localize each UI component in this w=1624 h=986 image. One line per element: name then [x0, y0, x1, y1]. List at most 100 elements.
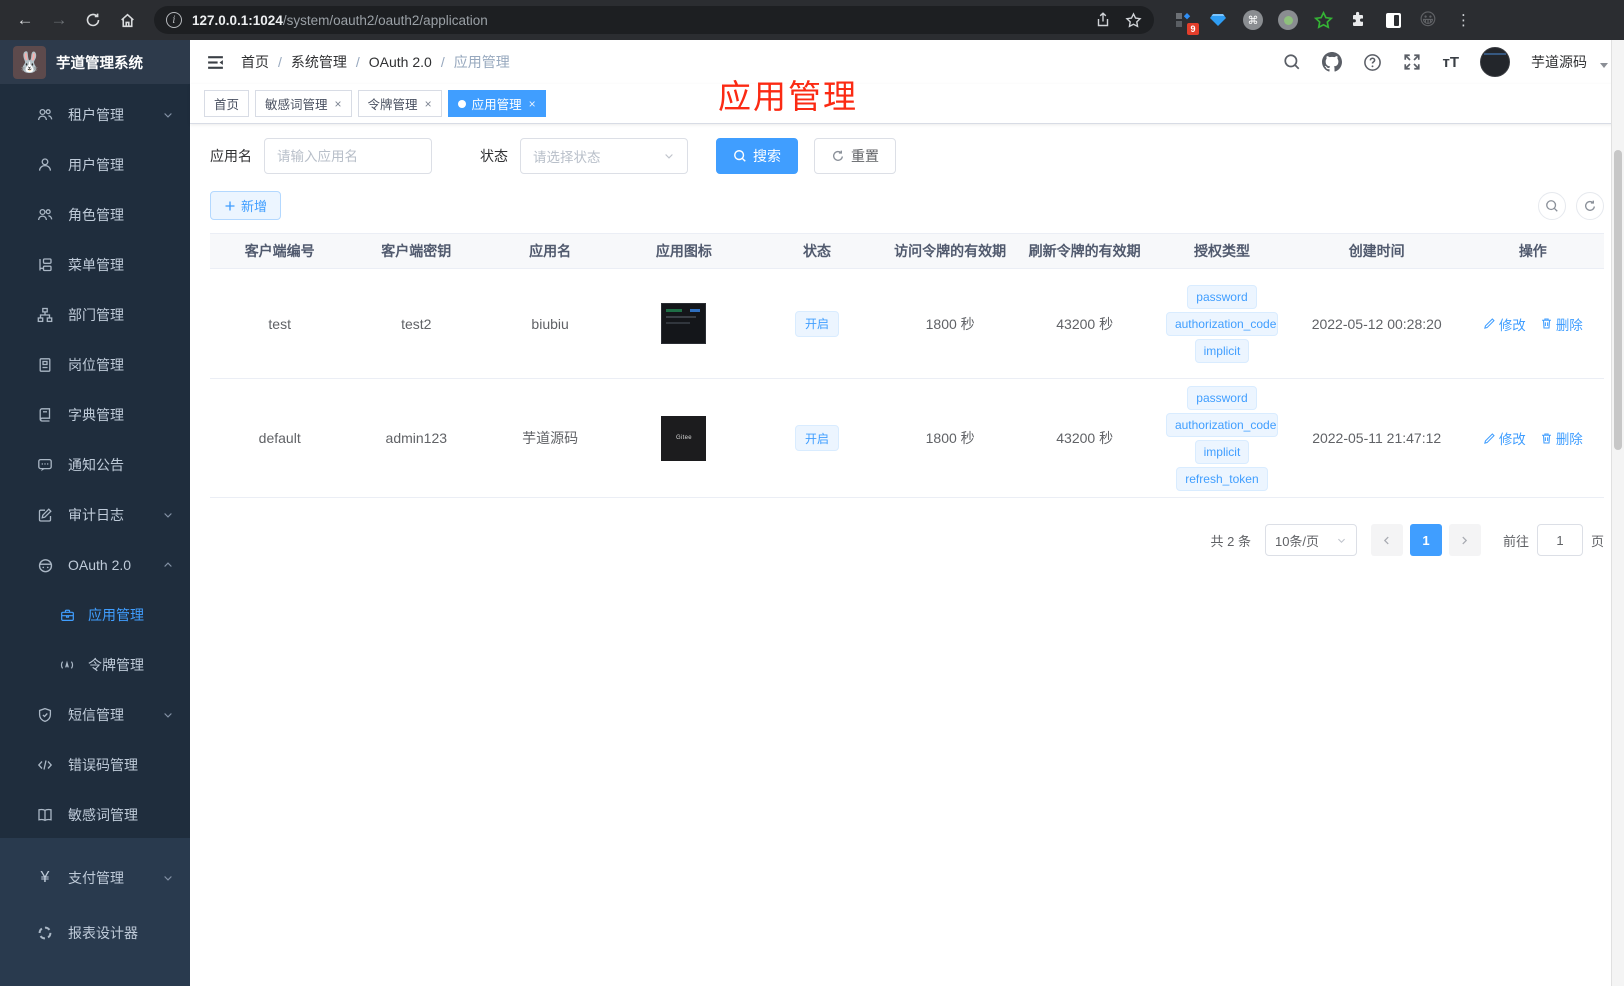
cell-created: 2022-05-12 00:28:20 [1311, 315, 1442, 332]
profile-emoji-icon[interactable]: 😀 [1417, 9, 1439, 31]
edit-label: 修改 [1498, 317, 1526, 333]
font-size-icon[interactable]: ᴛT [1442, 54, 1459, 71]
next-page-button[interactable] [1448, 524, 1481, 556]
sidebar-item-tenant[interactable]: 租户管理 [0, 90, 190, 140]
trash-icon [1541, 318, 1551, 329]
sidebar-item-label: 报表设计器 [68, 924, 138, 941]
extensions-puzzle-icon[interactable] [1347, 9, 1369, 31]
sidebar-item-dict[interactable]: 字典管理 [0, 390, 190, 440]
sidebar: 🐰 芋道管理系统 租户管理 用户管理 角色管理 菜单管理 部门管理 岗位管理 字… [0, 40, 190, 986]
tab-application[interactable]: 应用管理 × [447, 90, 546, 117]
extension-command-icon[interactable]: ⌘ [1242, 9, 1264, 31]
sidebar-item-sms[interactable]: 短信管理 [0, 690, 190, 740]
sidebar-item-label: 令牌管理 [88, 657, 144, 673]
sidebar-item-user[interactable]: 用户管理 [0, 140, 190, 190]
extension-grid-icon[interactable]: 9 [1172, 9, 1199, 35]
sidebar-item-oauth-app[interactable]: 应用管理 [0, 590, 190, 640]
sidebar-item-pay[interactable]: ¥ 支付管理 [0, 850, 190, 905]
sidebar-item-dept[interactable]: 部门管理 [0, 290, 190, 340]
browser-forward-button[interactable]: → [44, 5, 74, 35]
sidebar-item-menu[interactable]: 菜单管理 [0, 240, 190, 290]
org-tree-icon [36, 307, 54, 323]
sidebar-item-label: 错误码管理 [68, 757, 138, 773]
refresh-table-button[interactable] [1576, 191, 1604, 220]
extension-record-icon[interactable] [1277, 9, 1299, 31]
split-screen-icon[interactable] [1382, 9, 1404, 31]
site-info-icon[interactable]: i [166, 12, 182, 28]
edit-link[interactable]: 修改 [1483, 428, 1526, 448]
chevron-down-icon [162, 109, 174, 121]
sidebar-fold-icon[interactable] [206, 53, 225, 72]
breadcrumb-home[interactable]: 首页 [241, 52, 269, 72]
col-header-grant-types: 授权类型 [1193, 243, 1250, 259]
user-avatar[interactable] [1480, 47, 1510, 77]
search-button[interactable]: 搜索 [716, 138, 798, 174]
sidebar-item-role[interactable]: 角色管理 [0, 190, 190, 240]
sidebar-item-post[interactable]: 岗位管理 [0, 340, 190, 390]
share-icon[interactable] [1095, 12, 1111, 28]
browser-back-button[interactable]: ← [10, 5, 40, 35]
sidebar-logo[interactable]: 🐰 芋道管理系统 [0, 40, 190, 84]
signal-icon [58, 657, 76, 673]
sidebar-item-errcode[interactable]: 错误码管理 [0, 740, 190, 790]
help-icon[interactable] [1363, 53, 1382, 72]
book-icon [36, 407, 54, 423]
browser-refresh-button[interactable] [78, 5, 108, 35]
cell-refresh-validity: 43200 秒 [1056, 315, 1114, 332]
browser-menu-icon[interactable]: ⋮ [1456, 11, 1471, 29]
reset-button[interactable]: 重置 [814, 138, 896, 174]
user-name[interactable]: 芋道源码 [1531, 52, 1587, 72]
cell-access-validity: 1800 秒 [925, 430, 975, 446]
bookmark-star-icon[interactable] [1125, 11, 1142, 29]
user-menu-caret-icon[interactable] [1600, 62, 1608, 68]
tab-label: 令牌管理 [367, 98, 418, 112]
prev-page-button[interactable] [1370, 524, 1403, 556]
breadcrumb-system[interactable]: 系统管理 [291, 52, 347, 72]
delete-label: 删除 [1555, 432, 1583, 447]
app-name-input[interactable] [264, 138, 432, 174]
sidebar-item-notice[interactable]: 通知公告 [0, 440, 190, 490]
search-icon[interactable] [1283, 53, 1301, 71]
url-text[interactable]: 127.0.0.1:1024/system/oauth2/oauth2/appl… [192, 13, 1085, 28]
tab-token[interactable]: 令牌管理 × [357, 90, 442, 117]
tab-label: 应用管理 [471, 98, 522, 112]
chevron-down-icon [162, 872, 174, 884]
add-button[interactable]: 新增 [210, 191, 282, 220]
sidebar-item-label: 岗位管理 [68, 357, 124, 373]
sidebar-item-oauth[interactable]: OAuth 2.0 [0, 540, 190, 590]
extension-star-icon[interactable] [1312, 9, 1334, 31]
breadcrumb-oauth[interactable]: OAuth 2.0 [369, 54, 432, 70]
cell-access-validity: 1800 秒 [925, 315, 975, 332]
github-icon[interactable] [1322, 52, 1343, 72]
top-navbar: 首页 / 系统管理 / OAuth 2.0 / 应用管理 ᴛT 芋道源码 [190, 40, 1624, 84]
goto-page-input[interactable] [1536, 524, 1583, 556]
address-bar[interactable]: i 127.0.0.1:1024/system/oauth2/oauth2/ap… [154, 6, 1154, 34]
scrollbar-track[interactable] [1611, 40, 1624, 986]
delete-link[interactable]: 删除 [1540, 428, 1583, 448]
page-size-select[interactable]: 10条/页 [1264, 524, 1357, 556]
tab-sensitive[interactable]: 敏感词管理 × [255, 90, 352, 117]
scrollbar-thumb[interactable] [1614, 150, 1622, 450]
edit-link[interactable]: 修改 [1483, 314, 1526, 334]
close-icon[interactable]: × [425, 97, 432, 111]
sidebar-item-sensitive[interactable]: 敏感词管理 [0, 790, 190, 840]
toggle-search-button[interactable] [1538, 191, 1566, 220]
refresh-icon [86, 13, 100, 27]
sidebar-item-label: 租户管理 [68, 107, 124, 123]
applications-table: 客户端编号 客户端密钥 应用名 应用图标 状态 访问令牌的有效期 刷新令牌的有效… [210, 233, 1604, 498]
extension-gem-icon[interactable] [1207, 9, 1229, 31]
browser-home-button[interactable] [112, 5, 142, 35]
breadcrumb: 首页 / 系统管理 / OAuth 2.0 / 应用管理 [241, 52, 510, 72]
status-select[interactable]: 请选择状态 [520, 138, 688, 174]
delete-link[interactable]: 删除 [1540, 314, 1583, 334]
sidebar-item-audit[interactable]: 审计日志 [0, 490, 190, 540]
sidebar-item-label: 菜单管理 [68, 257, 124, 273]
page-size-value: 10条/页 [1274, 533, 1320, 549]
close-icon[interactable]: × [335, 97, 342, 111]
sidebar-item-report[interactable]: 报表设计器 [0, 905, 190, 960]
sidebar-item-oauth-token[interactable]: 令牌管理 [0, 640, 190, 690]
page-number-1[interactable]: 1 [1409, 524, 1442, 556]
tab-home[interactable]: 首页 [204, 90, 250, 117]
fullscreen-icon[interactable] [1403, 53, 1421, 71]
close-icon[interactable]: × [529, 97, 536, 111]
